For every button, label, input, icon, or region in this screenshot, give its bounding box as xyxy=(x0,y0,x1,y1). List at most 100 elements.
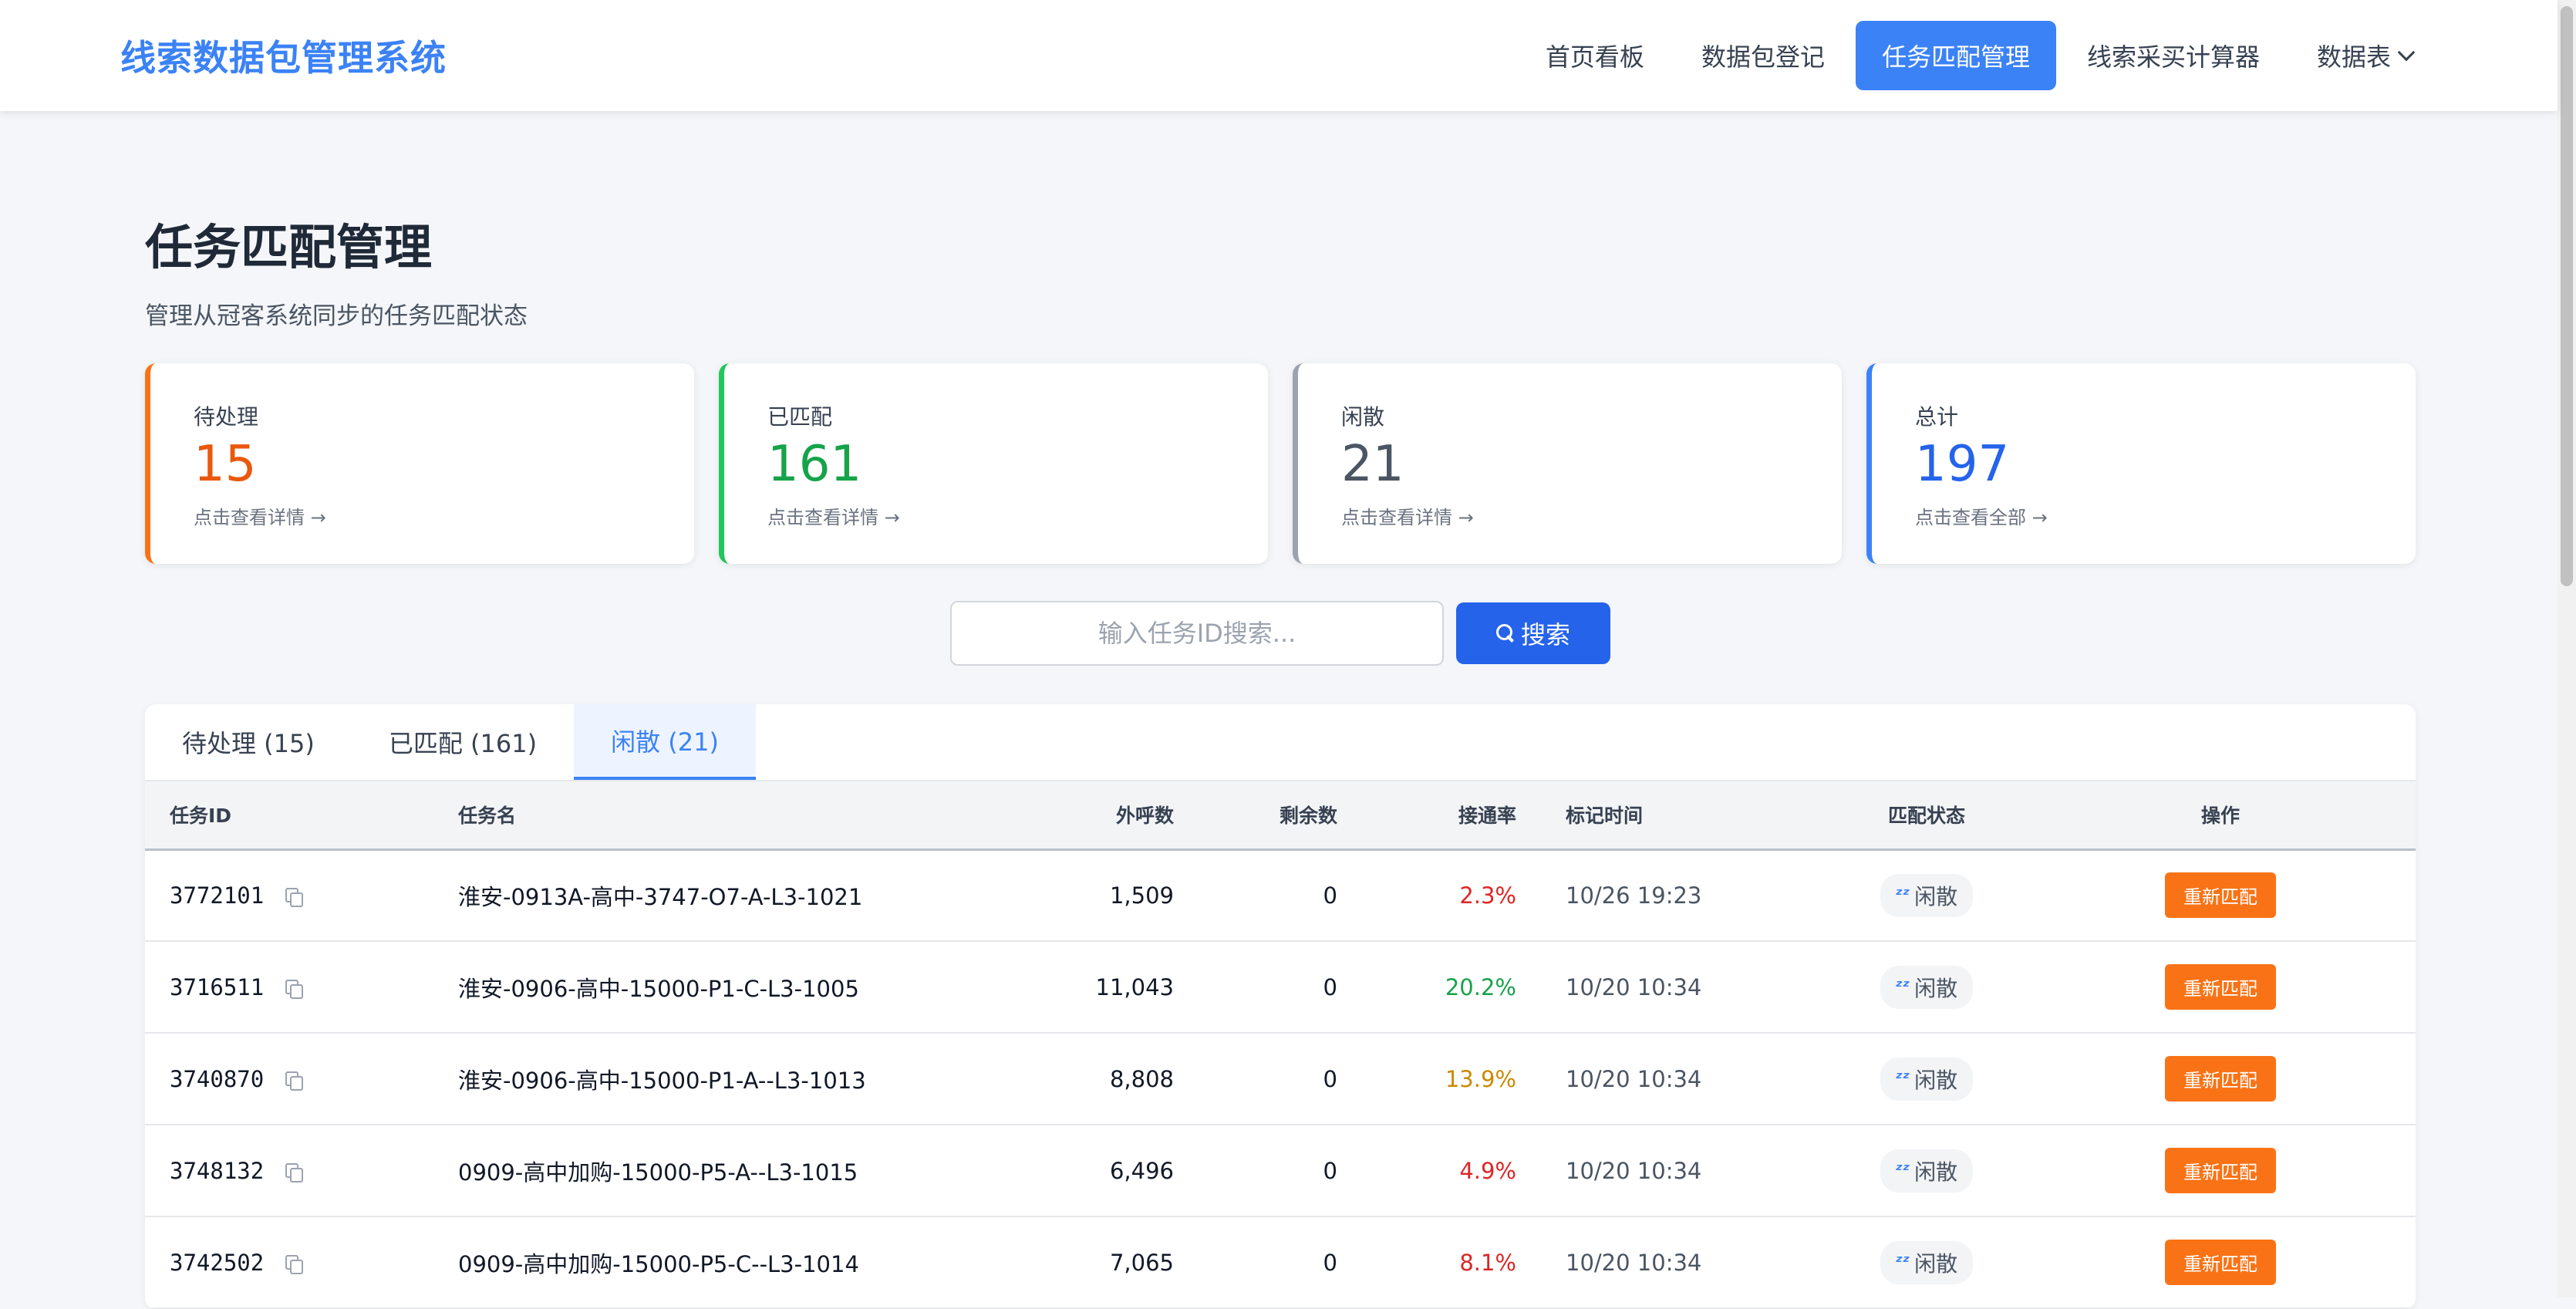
copy-icon[interactable] xyxy=(285,1071,304,1091)
rematch-button[interactable]: 重新匹配 xyxy=(2165,1148,2276,1193)
rematch-button[interactable]: 重新匹配 xyxy=(2165,1056,2276,1102)
cell-remaining: 0 xyxy=(1323,973,1337,1000)
cell-connect-rate: 4.9% xyxy=(1459,1157,1516,1184)
copy-icon[interactable] xyxy=(285,887,304,907)
column-header-task-name[interactable]: 任务名 xyxy=(433,781,1020,849)
task-id-text[interactable]: 3748132 xyxy=(170,1158,264,1184)
top-navbar: 线索数据包管理系统 首页看板 数据包登记 任务匹配管理 线索采买计算器 数据表 xyxy=(0,0,2557,111)
stat-cards: 待处理 15 点击查看详情 → 已匹配 161 点击查看详情 → 闲散 21 点… xyxy=(145,363,2416,564)
tab-pending[interactable]: 待处理 (15) xyxy=(145,704,352,780)
cell-outbound: 11,043 xyxy=(1095,973,1174,1000)
cell-task-name: 0909-高中加购-15000-P5-A--L3-1015 xyxy=(458,1159,858,1186)
stat-card-link[interactable]: 点击查看详情 → xyxy=(767,502,1225,529)
copy-icon[interactable] xyxy=(285,979,304,999)
status-badge-label: 闲散 xyxy=(1914,883,1958,909)
stat-card-value: 197 xyxy=(1915,436,2010,493)
task-id-text[interactable]: 3716511 xyxy=(170,974,264,1000)
stat-card-pending[interactable]: 待处理 15 点击查看详情 → xyxy=(145,363,694,564)
search-button[interactable]: 搜索 xyxy=(1456,602,1610,664)
status-badge-label: 闲散 xyxy=(1914,1067,1958,1093)
nav-item-task-matching[interactable]: 任务匹配管理 xyxy=(1855,21,2056,90)
nav-item-lead-calculator[interactable]: 线索采买计算器 xyxy=(2061,21,2286,90)
nav-item-data-tables[interactable]: 数据表 xyxy=(2291,21,2439,90)
nav-item-label: 任务匹配管理 xyxy=(1881,42,2030,72)
stat-card-label: 待处理 xyxy=(194,404,259,430)
stat-card-label: 闲散 xyxy=(1341,404,1385,430)
stat-card-total[interactable]: 总计 197 点击查看全部 → xyxy=(1866,363,2416,564)
column-header-match-status[interactable]: 匹配状态 xyxy=(1828,781,2025,849)
cell-task-name: 0909-高中加购-15000-P5-C--L3-1014 xyxy=(458,1250,859,1277)
cell-match-status: ᶻᶻ 闲散 xyxy=(1828,849,2025,941)
cell-match-status: ᶻᶻ 闲散 xyxy=(1828,1216,2025,1308)
status-badge-label: 闲散 xyxy=(1914,975,1958,1001)
column-header-remaining[interactable]: 剩余数 xyxy=(1199,781,1362,849)
cell-action: 重新匹配 xyxy=(2025,1125,2416,1216)
nav-item-label: 数据包登记 xyxy=(1701,42,1825,72)
stat-card-idle[interactable]: 闲散 21 点击查看详情 → xyxy=(1293,363,1842,564)
cell-task-id: 3748132 xyxy=(145,1125,433,1216)
task-id-text[interactable]: 3740870 xyxy=(170,1066,264,1092)
nav-item-dashboard[interactable]: 首页看板 xyxy=(1519,21,1671,90)
tab-idle[interactable]: 闲散 (21) xyxy=(574,704,756,780)
task-id-search-input[interactable] xyxy=(950,601,1444,666)
cell-mark-time: 10/20 10:34 xyxy=(1566,973,1702,1000)
sleep-icon: ᶻᶻ xyxy=(1895,1161,1910,1180)
column-header-connect-rate[interactable]: 接通率 xyxy=(1362,781,1541,849)
stat-card-link[interactable]: 点击查看详情 → xyxy=(194,502,651,529)
cell-task-id: 3742502 xyxy=(145,1216,433,1308)
status-badge: ᶻᶻ 闲散 xyxy=(1880,965,1974,1009)
page-title: 任务匹配管理 xyxy=(145,219,433,275)
cell-remaining: 0 xyxy=(1323,1157,1337,1184)
cell-task-id: 3740870 xyxy=(145,1033,433,1125)
task-id-text[interactable]: 3772101 xyxy=(170,882,264,909)
chevron-down-icon xyxy=(2397,43,2416,62)
cell-outbound: 8,808 xyxy=(1109,1065,1174,1092)
tab-matched[interactable]: 已匹配 (161) xyxy=(352,704,574,780)
stat-card-matched[interactable]: 已匹配 161 点击查看详情 → xyxy=(719,363,1268,564)
stat-card-link[interactable]: 点击查看全部 → xyxy=(1915,502,2372,529)
main-content: 任务匹配管理 管理从冠客系统同步的任务匹配状态 待处理 15 点击查看详情 → … xyxy=(145,111,2416,1309)
task-table: 任务ID 任务名 外呼数 剩余数 接通率 标记时间 匹配状态 操作 377210… xyxy=(145,781,2416,1309)
stat-card-label: 总计 xyxy=(1915,404,1959,430)
copy-icon[interactable] xyxy=(285,1162,304,1182)
table-body: 3772101 淮安-0913A-高中-3747-O7-A-L3-1021 1,50… xyxy=(145,849,2416,1308)
column-header-task-id[interactable]: 任务ID xyxy=(145,781,433,849)
column-header-outbound[interactable]: 外呼数 xyxy=(1020,781,1199,849)
nav-item-label: 数据表 xyxy=(2316,42,2391,72)
status-badge: ᶻᶻ 闲散 xyxy=(1880,1149,1974,1193)
table-row: 3716511 淮安-0906-高中-15000-P1-C-L3-1005 11,0… xyxy=(145,941,2416,1033)
cell-action: 重新匹配 xyxy=(2025,1216,2416,1308)
nav-item-label: 首页看板 xyxy=(1545,42,1644,72)
column-header-action: 操作 xyxy=(2200,805,2240,828)
search-bar: 搜索 xyxy=(145,601,2416,666)
cell-remaining: 0 xyxy=(1323,1065,1337,1092)
table-row: 3740870 淮安-0906-高中-15000-P1-A--L3-1013 8,8… xyxy=(145,1033,2416,1125)
nav-item-label: 线索采买计算器 xyxy=(2086,42,2260,72)
status-badge: ᶻᶻ 闲散 xyxy=(1880,1057,1974,1101)
cell-match-status: ᶻᶻ 闲散 xyxy=(1828,1125,2025,1216)
status-badge-label: 闲散 xyxy=(1914,1159,1958,1185)
sleep-icon: ᶻᶻ xyxy=(1895,886,1910,906)
task-id-text[interactable]: 3742502 xyxy=(170,1250,264,1276)
sleep-icon: ᶻᶻ xyxy=(1895,1069,1910,1088)
cell-match-status: ᶻᶻ 闲散 xyxy=(1828,941,2025,1033)
status-tabs: 待处理 (15) 已匹配 (161) 闲散 (21) xyxy=(145,704,2416,781)
brand-logo[interactable]: 线索数据包管理系统 xyxy=(120,30,447,81)
copy-icon[interactable] xyxy=(285,1254,304,1274)
page-scrollbar[interactable] xyxy=(2557,0,2576,1297)
rematch-button[interactable]: 重新匹配 xyxy=(2165,872,2276,919)
cell-remaining: 0 xyxy=(1323,1249,1337,1276)
cell-connect-rate: 20.2% xyxy=(1445,973,1516,1000)
rematch-button[interactable]: 重新匹配 xyxy=(2165,964,2276,1010)
column-header-mark-time[interactable]: 标记时间 xyxy=(1541,781,1828,849)
nav-menu: 首页看板 数据包登记 任务匹配管理 线索采买计算器 数据表 xyxy=(1519,21,2439,90)
table-row: 3748132 0909-高中加购-15000-P5-A--L3-1015 6,49… xyxy=(145,1125,2416,1216)
status-badge-label: 闲散 xyxy=(1914,1250,1958,1277)
rematch-button[interactable]: 重新匹配 xyxy=(2165,1240,2276,1285)
scrollbar-thumb[interactable] xyxy=(2561,6,2573,586)
stat-card-link[interactable]: 点击查看详情 → xyxy=(1341,502,1799,529)
cell-task-name: 淮安-0913A-高中-3747-O7-A-L3-1021 xyxy=(458,883,863,910)
nav-item-package-register[interactable]: 数据包登记 xyxy=(1675,21,1851,90)
page-subtitle: 管理从冠客系统同步的任务匹配状态 xyxy=(145,302,528,330)
cell-outbound: 1,509 xyxy=(1109,882,1174,909)
